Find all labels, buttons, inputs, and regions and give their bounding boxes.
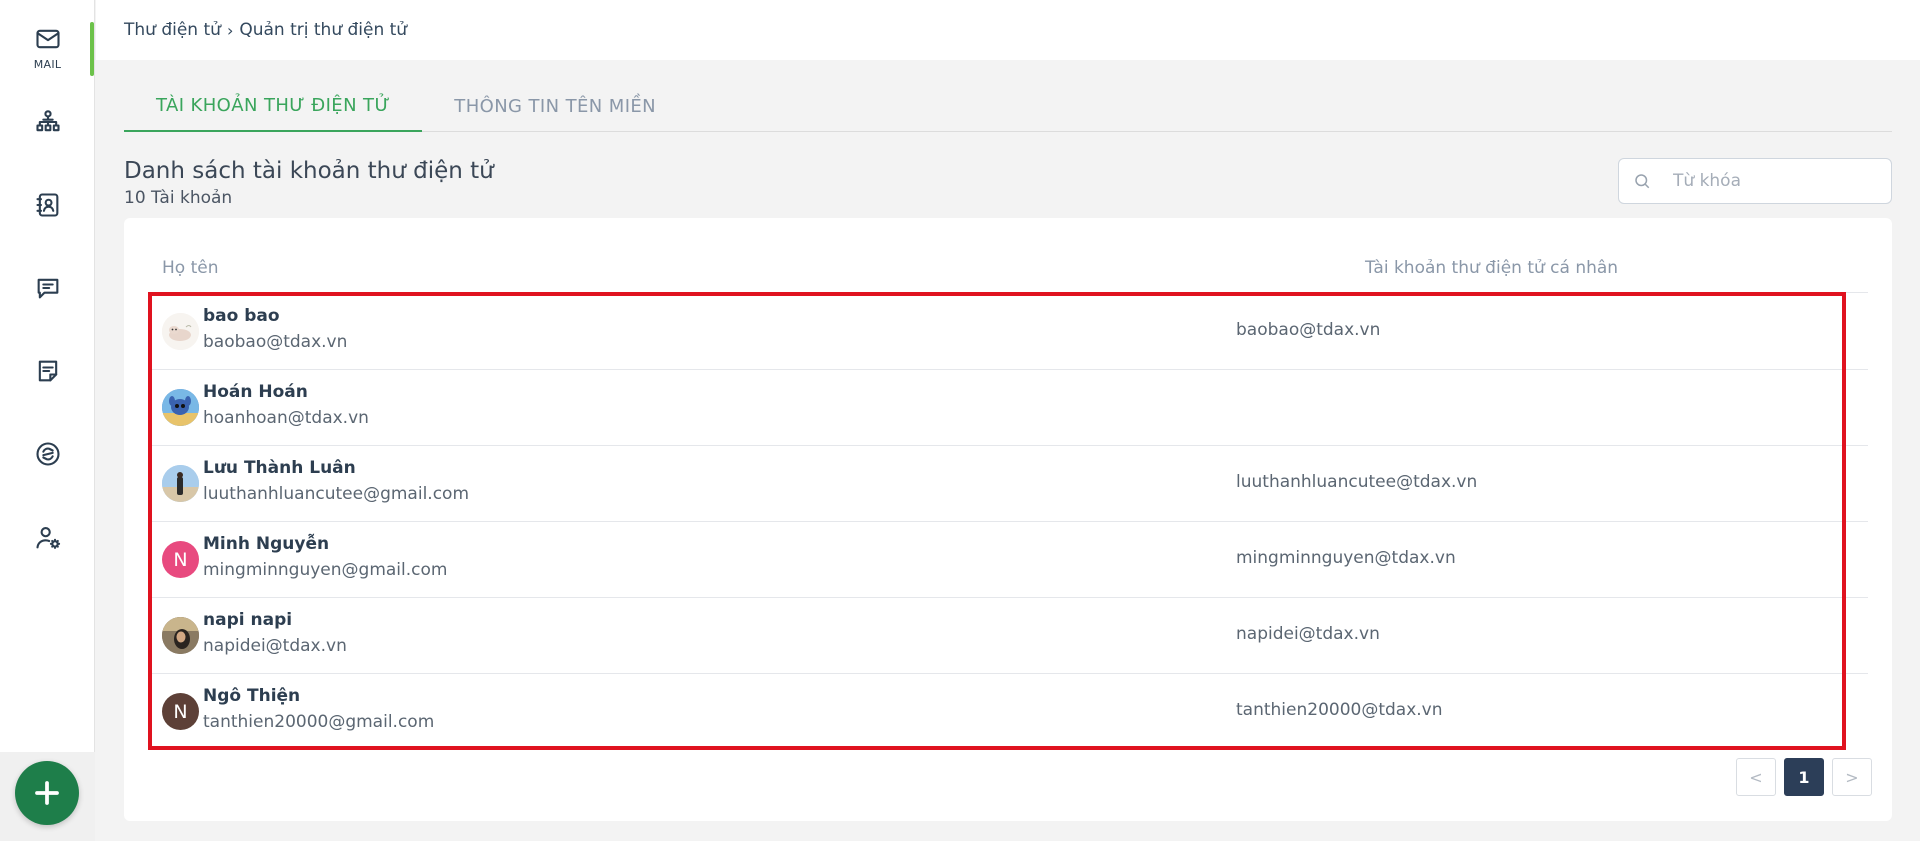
avatar: N — [162, 693, 199, 730]
plus-icon — [35, 781, 59, 805]
user-name: Minh Nguyễn — [203, 534, 330, 554]
user-name: Ngô Thiện — [203, 686, 301, 706]
sidebar-item-user-settings[interactable] — [0, 518, 95, 558]
table-row[interactable]: N Minh Nguyễn mingminnguyen@gmail.com mi… — [148, 522, 1868, 598]
breadcrumb-separator: › — [226, 20, 234, 40]
tab-email-accounts[interactable]: TÀI KHOẢN THƯ ĐIỆN TỬ — [124, 80, 423, 132]
table-row[interactable]: napi napi napidei@tdax.vn napidei@tdax.v… — [148, 598, 1868, 674]
table-row[interactable]: bao bao baobao@tdax.vn baobao@tdax.vn — [148, 294, 1868, 370]
user-email: hoanhoan@tdax.vn — [203, 408, 369, 428]
sidebar: MAIL — [0, 0, 95, 841]
chat-icon — [37, 278, 58, 299]
prev-page-button[interactable]: < — [1736, 758, 1776, 796]
page-title: Danh sách tài khoản thư điện tử — [124, 158, 494, 184]
avatar — [162, 465, 199, 502]
avatar — [162, 617, 199, 654]
column-header-account: Tài khoản thư điện tử cá nhân — [1365, 258, 1619, 278]
contacts-icon — [35, 193, 58, 217]
user-settings-icon — [35, 527, 60, 549]
personal-account: tanthien20000@tdax.vn — [1236, 700, 1443, 720]
table-row[interactable]: Hoán Hoán hoanhoan@tdax.vn — [148, 370, 1868, 446]
mail-icon — [35, 29, 60, 49]
list-header: Danh sách tài khoản thư điện tử 10 Tài k… — [124, 158, 494, 208]
org-chart-icon — [35, 110, 60, 132]
user-email: luuthanhluancutee@gmail.com — [203, 484, 469, 504]
sidebar-item-security[interactable] — [0, 434, 95, 474]
column-header-name: Họ tên — [162, 258, 219, 278]
sidebar-item-organization[interactable] — [0, 102, 95, 142]
breadcrumb-current: Quản trị thư điện tử — [239, 20, 408, 40]
user-email: baobao@tdax.vn — [203, 332, 348, 352]
personal-account: napidei@tdax.vn — [1236, 624, 1380, 644]
notes-icon — [38, 360, 57, 382]
user-email: mingminnguyen@gmail.com — [203, 560, 448, 580]
sidebar-item-label: MAIL — [33, 58, 62, 71]
table-row[interactable]: N Ngô Thiện tanthien20000@gmail.com tant… — [148, 674, 1868, 750]
sidebar-item-chat[interactable] — [0, 268, 95, 308]
sidebar-item-mail[interactable]: MAIL — [0, 18, 95, 78]
search-icon — [1635, 174, 1650, 189]
account-count: 10 Tài khoản — [124, 188, 233, 208]
personal-account: luuthanhluancutee@tdax.vn — [1236, 472, 1478, 492]
avatar — [162, 389, 199, 426]
avatar-image — [162, 313, 199, 350]
sidebar-item-contacts[interactable] — [0, 185, 95, 225]
breadcrumb-root[interactable]: Thư điện tử — [124, 20, 221, 40]
personal-account: baobao@tdax.vn — [1236, 320, 1381, 340]
user-name: Hoán Hoán — [203, 382, 308, 402]
user-name: Lưu Thành Luân — [203, 458, 356, 478]
pagination: < 1 > — [1736, 758, 1872, 796]
accounts-table: Họ tên Tài khoản thư điện tử cá nhân bao… — [124, 218, 1892, 821]
avatar-image — [162, 617, 199, 654]
search-box — [1618, 158, 1892, 204]
user-email: tanthien20000@gmail.com — [203, 712, 435, 732]
search-input[interactable] — [1673, 171, 1873, 191]
user-name: napi napi — [203, 610, 293, 630]
breadcrumb: Thư điện tử › Quản trị thư điện tử — [96, 0, 1920, 60]
tab-bar: TÀI KHOẢN THƯ ĐIỆN TỬ THÔNG TIN TÊN MIỀN — [124, 80, 1892, 132]
table-body: bao bao baobao@tdax.vn baobao@tdax.vn Ho… — [148, 294, 1868, 750]
avatar: N — [162, 541, 199, 578]
add-button[interactable] — [15, 761, 79, 825]
avatar — [162, 313, 199, 350]
header-divider — [148, 292, 1868, 293]
page-button-current[interactable]: 1 — [1784, 758, 1824, 796]
next-page-button[interactable]: > — [1832, 758, 1872, 796]
sidebar-item-notes[interactable] — [0, 351, 95, 391]
personal-account: mingminnguyen@tdax.vn — [1236, 548, 1456, 568]
active-indicator — [90, 22, 94, 76]
avatar-image — [162, 465, 199, 502]
tab-domain-info[interactable]: THÔNG TIN TÊN MIỀN — [422, 80, 688, 132]
user-name: bao bao — [203, 306, 280, 326]
table-row[interactable]: Lưu Thành Luân luuthanhluancutee@gmail.c… — [148, 446, 1868, 522]
security-icon — [35, 442, 60, 466]
user-email: napidei@tdax.vn — [203, 636, 347, 656]
avatar-image — [162, 389, 199, 426]
